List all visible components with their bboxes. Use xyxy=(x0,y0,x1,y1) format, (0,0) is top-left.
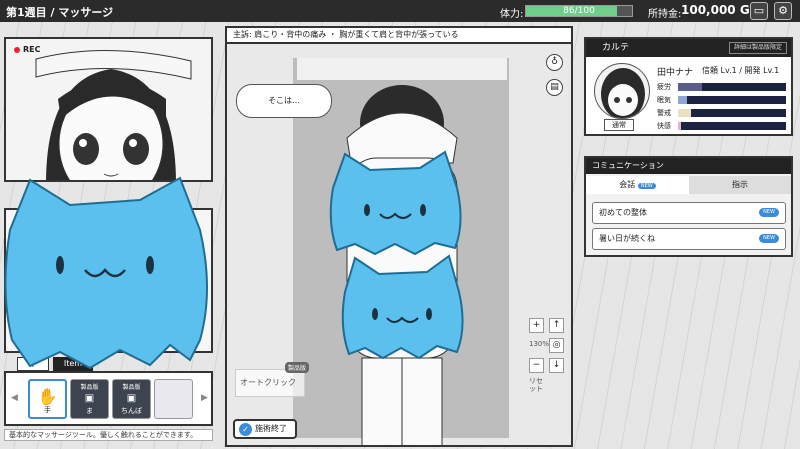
auto-click-badge: 製品版 xyxy=(285,362,310,373)
money-label: 所持金: xyxy=(648,9,682,20)
new-badge: NEW xyxy=(759,208,779,217)
stat-fill xyxy=(678,122,682,130)
patient-name: 田中ナナ xyxy=(657,68,694,78)
speech-bubble: そこは… xyxy=(236,84,332,118)
gear-icon: ⚙ xyxy=(778,4,788,17)
center-button[interactable]: ◎ xyxy=(549,338,564,353)
tab-new-badge: NEW xyxy=(637,183,656,189)
stat-sleepiness: 眠気 xyxy=(657,95,786,105)
chart-card-header: カルテ 詳細は製品版限定 xyxy=(586,39,791,57)
stat-pleasure: 快感 xyxy=(657,121,786,131)
tool-prev-arrow[interactable]: ◀ xyxy=(11,393,18,403)
zoom-level: 130% xyxy=(529,340,550,348)
patient-levels: 信頼 Lv.1 / 開発 Lv.1 xyxy=(702,66,780,75)
avatar-face-illustration xyxy=(601,68,645,118)
person-icon[interactable]: ♁ xyxy=(546,54,563,71)
new-badge: NEW xyxy=(759,234,779,243)
tool-slot-empty[interactable] xyxy=(154,379,193,419)
reset-label[interactable]: リセット xyxy=(529,377,547,393)
tool-hint: 基本的なマッサージツール。優しく触れることができます。 xyxy=(4,429,213,441)
page-title: 第1週目 / マッサージ xyxy=(6,6,114,19)
stat-bar xyxy=(678,96,786,104)
detail-lock-button[interactable]: 詳細は製品版限定 xyxy=(728,42,787,54)
tool-slot-locked-2[interactable]: 製品版 ▣ ちんぽ xyxy=(112,379,151,419)
move-up-button[interactable]: ↑ xyxy=(549,318,564,333)
end-treatment-label: 施術終了 xyxy=(255,424,287,433)
zoom-in-button[interactable]: + xyxy=(529,318,544,333)
stamina-bar: 86/100 xyxy=(525,5,633,17)
tool-next-arrow[interactable]: ▶ xyxy=(201,393,208,403)
settings-button[interactable]: ⚙ xyxy=(774,2,792,20)
lock-icon: ▣ xyxy=(126,393,137,404)
tool-name: 手 xyxy=(44,406,51,414)
symptom-bar: 主訴: 肩こり・背中の痛み ・ 胸が重くて肩と背中が張っている xyxy=(225,26,573,44)
communication-title: コミュニケーション xyxy=(586,158,791,174)
auto-click-button[interactable]: オートクリック xyxy=(235,369,305,397)
stat-fatigue: 疲労 xyxy=(657,82,786,92)
check-icon: ✓ xyxy=(239,423,252,436)
tool-badge: 製品版 xyxy=(80,384,99,391)
end-treatment-button[interactable]: ✓ 施術終了 xyxy=(233,419,297,439)
tool-name: ちんぽ xyxy=(121,407,142,415)
lock-icon: ▣ xyxy=(84,393,95,404)
chart-card-title: カルテ xyxy=(602,43,630,53)
stat-fill xyxy=(678,83,702,91)
mascot-overlay-left xyxy=(4,176,208,370)
chat-log-button[interactable]: ▭ xyxy=(750,2,768,20)
communication-panel: コミュニケーション 会話 NEW 指示 初めての整体 NEW 暑い日が続くね N… xyxy=(584,156,793,257)
stat-label: 警戒 xyxy=(657,109,671,117)
tab-label: 会話 xyxy=(619,180,636,189)
stamina-label: 体力: xyxy=(500,9,524,20)
tab-conversation[interactable]: 会話 NEW xyxy=(586,176,689,194)
tool-slot-hand[interactable]: ✋ 手 xyxy=(28,379,67,419)
stat-label: 眠気 xyxy=(657,96,671,104)
mascot-overlay-top xyxy=(329,150,462,256)
stat-bar xyxy=(678,109,786,117)
chart-card: カルテ 詳細は製品版限定 通常 田中ナナ 信頼 Lv.1 / 開発 Lv.1 疲… xyxy=(584,37,793,136)
camera-view: REC xyxy=(4,37,213,182)
tab-instruction[interactable]: 指示 xyxy=(689,176,791,194)
tool-bar: ◀ ✋ 手 製品版 ▣ ま 製品版 ▣ ちんぽ ▶ xyxy=(4,371,213,426)
mood-badge: 通常 xyxy=(604,119,634,131)
character-face-illustration xyxy=(35,49,192,180)
tool-badge: 製品版 xyxy=(122,384,141,391)
stat-bar xyxy=(678,122,786,130)
view-side-icons: ♁ ▤ xyxy=(546,54,563,104)
stat-bar xyxy=(678,83,786,91)
conversation-item[interactable]: 初めての整体 NEW xyxy=(592,202,786,224)
stat-fill xyxy=(678,109,691,117)
tool-slot-locked-1[interactable]: 製品版 ▣ ま xyxy=(70,379,109,419)
hand-icon: ✋ xyxy=(37,387,58,406)
avatar xyxy=(594,63,650,119)
tool-name: ま xyxy=(86,407,93,415)
stat-caution: 警戒 xyxy=(657,108,786,118)
top-bar: 第1週目 / マッサージ 体力: 86/100 所持金: 100,000 G ▭… xyxy=(0,0,800,22)
conversation-label: 暑い日が続くね xyxy=(599,234,655,243)
document-icon[interactable]: ▤ xyxy=(546,79,563,96)
money-value: 100,000 G xyxy=(681,3,750,17)
conversation-label: 初めての整体 xyxy=(599,208,647,217)
stamina-text: 86/100 xyxy=(563,6,595,16)
stat-fill xyxy=(678,96,687,104)
stat-label: 疲労 xyxy=(657,83,671,91)
mascot-overlay-bottom xyxy=(341,254,464,360)
zoom-out-button[interactable]: − xyxy=(529,358,544,373)
conversation-item[interactable]: 暑い日が続くね NEW xyxy=(592,228,786,250)
chat-icon: ▭ xyxy=(753,4,765,17)
move-down-button[interactable]: ↓ xyxy=(549,358,564,373)
stat-label: 快感 xyxy=(657,122,671,130)
